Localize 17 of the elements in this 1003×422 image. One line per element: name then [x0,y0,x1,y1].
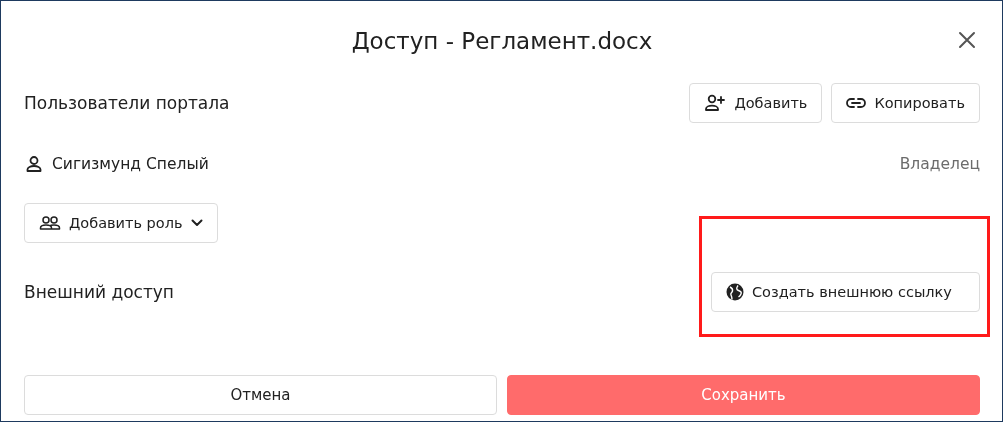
create-link-button[interactable]: Создать внешнюю ссылку [711,272,980,312]
add-role-button[interactable]: Добавить роль [24,203,218,243]
globe-icon [726,283,744,301]
link-icon [846,97,867,109]
cancel-button[interactable]: Отмена [24,375,497,415]
group-icon [39,215,61,231]
add-person-icon [704,94,727,112]
person-icon [24,154,44,174]
copy-button[interactable]: Копировать [831,83,980,123]
close-icon [958,31,976,49]
user-role: Владелец [899,155,980,173]
section-heading: Пользователи портала [24,93,230,113]
section-heading: Внешний доступ [24,282,174,302]
caret-icon [190,219,203,227]
dialog-title: Доступ - Регламент.docx [351,28,653,54]
user-name: Сигизмунд Спелый [52,155,209,173]
add-button[interactable]: Добавить [689,83,823,123]
